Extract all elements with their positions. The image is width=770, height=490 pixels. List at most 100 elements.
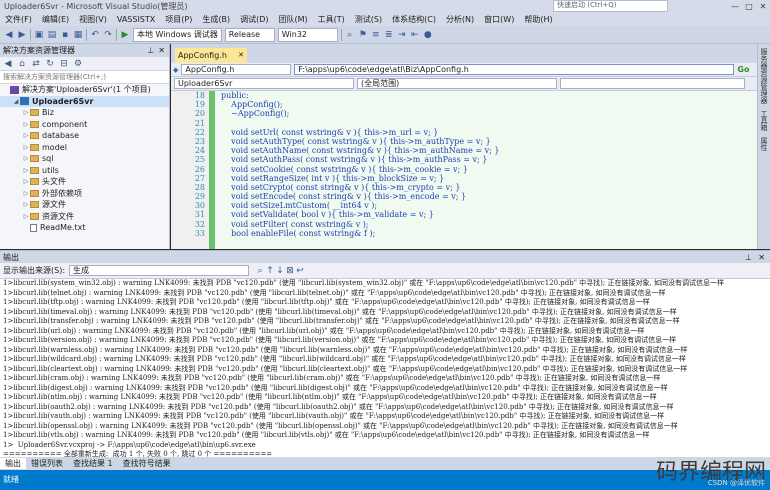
project-scope-select[interactable]: Uploader6Svr <box>174 78 354 89</box>
close-tab-icon[interactable]: ✕ <box>238 48 244 63</box>
comment-icon[interactable]: ≡ <box>371 30 381 40</box>
code-line[interactable]: 31 void setValidate( bool v ){ this->m_v… <box>171 210 713 220</box>
tree-item-1[interactable]: ◢ Uploader6Svr <box>0 95 169 108</box>
expand-arrow-icon[interactable]: ◢ <box>12 96 20 108</box>
minimize-icon[interactable]: — <box>728 2 742 11</box>
redo-icon[interactable]: ↷ <box>103 30 113 40</box>
open-file-icon[interactable]: ▤ <box>47 30 57 40</box>
tree-item-10[interactable]: ▷ 源文件 <box>0 199 169 211</box>
outdent-icon[interactable]: ⇤ <box>410 30 420 40</box>
tree-item-9[interactable]: ▷ 外部依赖项 <box>0 188 169 200</box>
server-explorer-tab[interactable]: 服务器资源管理器 <box>759 48 769 104</box>
breakpoint-icon[interactable]: ● <box>423 30 433 40</box>
find-message-icon[interactable]: ⌕ <box>255 266 265 276</box>
word-wrap-icon[interactable]: ↩ <box>295 266 305 276</box>
properties-icon[interactable]: ⚙ <box>73 59 83 69</box>
tree-item-7[interactable]: ▷ utils <box>0 165 169 177</box>
tab-output[interactable]: 输出 <box>0 458 26 469</box>
tree-item-4[interactable]: ▷ database <box>0 130 169 142</box>
code-line[interactable]: 23 void setAuthType( const wstring& v ){… <box>171 136 713 147</box>
code-line[interactable]: 19 AppConfig(); <box>171 100 713 110</box>
global-scope-select[interactable]: (全局范围) <box>357 78 557 89</box>
code-line[interactable]: 32 void setFilter( const wstring& v ); <box>171 219 713 229</box>
code-line[interactable]: 30 void setSizeLmtCustom( __int64 v ); <box>171 201 713 211</box>
code-area[interactable]: 18 public: 19 AppConfig(); 20 ~AppConfig();… <box>171 91 757 249</box>
tab-find-symbol-results[interactable]: 查找符号结果 <box>118 458 176 469</box>
tree-item-0[interactable]: 解决方案'Uploader6Svr'(1 个项目) <box>0 84 169 96</box>
expand-arrow-icon[interactable]: ▷ <box>22 211 30 223</box>
menu-window[interactable]: 窗口(W) <box>479 14 519 25</box>
code-line[interactable]: 28 void setCrypto( const string& v ){ th… <box>171 182 713 193</box>
expand-arrow-icon[interactable]: ▷ <box>22 176 30 188</box>
menu-tools[interactable]: 工具(T) <box>313 14 350 25</box>
tree-item-6[interactable]: ▷ sql <box>0 153 169 165</box>
member-scope-select[interactable] <box>560 78 745 89</box>
tree-item-5[interactable]: ▷ model <box>0 142 169 154</box>
solution-search-input[interactable]: 搜索解决方案资源管理器(Ctrl+;) <box>0 71 169 84</box>
sync-icon[interactable]: ⇄ <box>31 59 41 69</box>
next-message-icon[interactable]: ↓ <box>275 266 285 276</box>
find-icon[interactable]: ⌕ <box>345 30 355 40</box>
tree-item-11[interactable]: ▷ 资源文件 <box>0 211 169 223</box>
code-line[interactable]: 26 void setCookie( const wstring& v ){ t… <box>171 164 713 174</box>
menu-analyze[interactable]: 分析(N) <box>441 14 479 25</box>
go-button[interactable]: Go <box>737 65 749 74</box>
menu-view[interactable]: 视图(V) <box>74 14 112 25</box>
debugger-select[interactable]: 本地 Windows 调试器 <box>133 27 222 42</box>
tree-item-3[interactable]: ▷ component <box>0 119 169 131</box>
maximize-icon[interactable]: □ <box>742 2 756 11</box>
tab-find-results[interactable]: 查找结果 1 <box>68 458 118 469</box>
expand-arrow-icon[interactable]: ▷ <box>22 142 30 154</box>
new-project-icon[interactable]: ▣ <box>34 30 44 40</box>
prev-message-icon[interactable]: ↑ <box>265 266 275 276</box>
expand-arrow-icon[interactable]: ▷ <box>22 119 30 131</box>
menu-help[interactable]: 帮助(H) <box>519 14 557 25</box>
code-line[interactable]: 18 public: <box>171 91 713 101</box>
expand-arrow-icon[interactable]: ▷ <box>22 153 30 165</box>
code-line[interactable]: 22 void setUrl( const wstring& v ){ this… <box>171 127 713 137</box>
start-debug-icon[interactable]: ▶ <box>120 30 130 40</box>
platform-select[interactable]: Win32 <box>277 27 338 42</box>
output-text[interactable]: 1>libcurl.lib(system_win32.obj) : warnin… <box>0 279 770 457</box>
menu-build[interactable]: 生成(B) <box>197 14 235 25</box>
home-icon[interactable]: ⌂ <box>17 59 27 69</box>
quick-launch-input[interactable]: 快速启动 (Ctrl+Q) <box>553 0 668 12</box>
uncomment-icon[interactable]: ≣ <box>384 30 394 40</box>
bookmark-icon[interactable]: ⚑ <box>358 30 368 40</box>
back-icon[interactable]: ◀ <box>3 59 13 69</box>
menu-debug[interactable]: 调试(D) <box>235 14 273 25</box>
close-pane-icon[interactable]: ✕ <box>158 44 165 57</box>
code-line[interactable]: 24 void setAuthName( const wstring& v ){… <box>171 146 713 156</box>
expand-arrow-icon[interactable]: ▷ <box>22 188 30 200</box>
toolbox-tab[interactable]: 工具箱 <box>759 110 769 131</box>
code-line[interactable]: 21 <box>171 118 713 128</box>
code-line[interactable]: 20 ~AppConfig(); <box>171 109 713 119</box>
code-line[interactable]: 25 void setAuthPass( const wstring& v ){… <box>171 155 713 165</box>
code-editor[interactable]: 18 public: 19 AppConfig(); 20 ~AppConfig();… <box>171 91 757 249</box>
menu-test[interactable]: 测试(S) <box>350 14 387 25</box>
menu-project[interactable]: 项目(P) <box>160 14 197 25</box>
menu-architecture[interactable]: 体系结构(C) <box>387 14 441 25</box>
path-nav-select[interactable]: F:\apps\up6\code\edge\atl\Biz\AppConfig.… <box>294 64 735 75</box>
tree-item-2[interactable]: ▷ Biz <box>0 107 169 119</box>
undo-icon[interactable]: ↶ <box>90 30 100 40</box>
expand-arrow-icon[interactable]: ▷ <box>22 165 30 177</box>
tree-item-8[interactable]: ▷ 头文件 <box>0 176 169 188</box>
clear-all-icon[interactable]: ⊠ <box>285 266 295 276</box>
expand-arrow-icon[interactable]: ▷ <box>22 130 30 142</box>
forward-icon[interactable]: ▶ <box>17 30 27 40</box>
menu-vassistx[interactable]: VASSISTX <box>112 15 160 24</box>
save-icon[interactable]: ▪ <box>60 30 70 40</box>
code-line[interactable]: 27 void setRangeSize( int v ){ this->m_b… <box>171 173 713 183</box>
indent-icon[interactable]: ⇥ <box>397 30 407 40</box>
tree-item-12[interactable]: ReadMe.txt <box>0 222 169 234</box>
menu-file[interactable]: 文件(F) <box>0 14 37 25</box>
tab-appconfig-h[interactable]: AppConfig.h ✕ <box>175 48 247 63</box>
tab-error-list[interactable]: 错误列表 <box>26 458 68 469</box>
back-icon[interactable]: ◀ <box>4 30 14 40</box>
menu-team[interactable]: 团队(M) <box>273 14 312 25</box>
collapse-all-icon[interactable]: ⊟ <box>59 59 69 69</box>
menu-edit[interactable]: 编辑(E) <box>37 14 74 25</box>
properties-tab[interactable]: 属性 <box>759 137 769 151</box>
config-select[interactable]: Release <box>224 27 275 42</box>
